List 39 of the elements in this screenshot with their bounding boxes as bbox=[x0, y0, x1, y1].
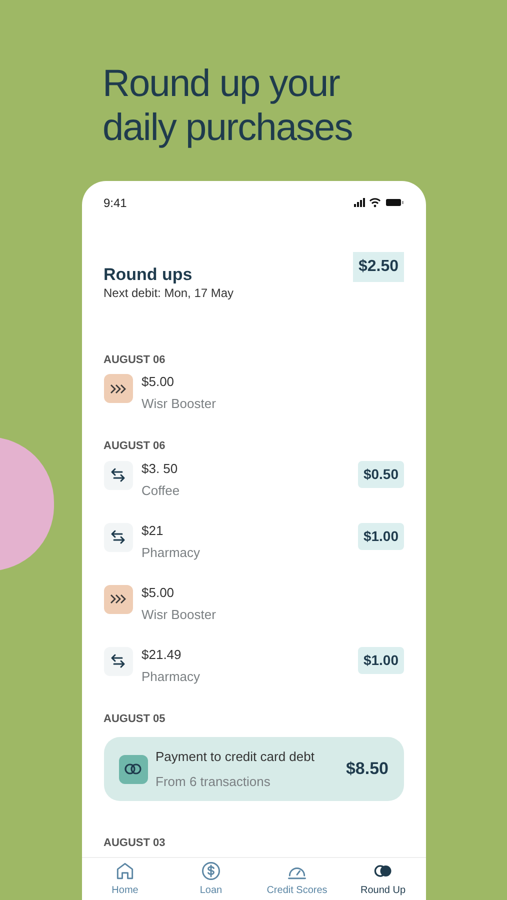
transaction-amount: $5.00 bbox=[142, 375, 176, 388]
transfer-icon bbox=[104, 460, 132, 490]
payment-card[interactable]: Payment to credit card debt From 6 transactions $8.50 bbox=[104, 737, 404, 801]
transaction-amount: $5.00 bbox=[142, 586, 176, 598]
coins-icon bbox=[118, 754, 148, 784]
payment-amount: $8.50 bbox=[346, 758, 388, 780]
roundup-amount: $1.00 bbox=[358, 522, 404, 550]
payment-subtitle: From 6 transactions bbox=[156, 772, 272, 790]
booster-icon bbox=[104, 374, 132, 403]
nav-tab[interactable]: Round Up bbox=[340, 858, 426, 900]
merchant-name: Coffee bbox=[142, 484, 181, 496]
date-heading: AUGUST 06 bbox=[104, 352, 166, 368]
home-icon bbox=[114, 860, 136, 882]
next-debit: Next debit: Mon, 17 May bbox=[102, 284, 235, 302]
merchant-name: Wisr Booster bbox=[142, 397, 217, 410]
total-amount: $2.50 bbox=[353, 252, 404, 282]
headline: Round up your daily purchases bbox=[102, 62, 354, 150]
roundup-amount: $0.50 bbox=[358, 460, 404, 488]
transfer-icon bbox=[104, 646, 132, 676]
screen-title: Round ups bbox=[104, 264, 192, 286]
merchant-name: Pharmacy bbox=[142, 670, 202, 682]
transaction-amount: $21.49 bbox=[142, 648, 182, 660]
nav-tab[interactable]: Loan bbox=[168, 858, 254, 900]
merchant-name: Pharmacy bbox=[142, 546, 202, 558]
status-icons bbox=[354, 198, 404, 208]
merchant-name: Wisr Booster bbox=[142, 608, 217, 620]
nav-tab[interactable]: Home bbox=[82, 858, 168, 900]
booster-icon bbox=[104, 584, 132, 614]
payment-title: Payment to credit card debt bbox=[156, 748, 316, 766]
status-time: 9:41 bbox=[104, 195, 127, 212]
date-heading: AUGUST 05 bbox=[104, 712, 166, 726]
date-heading: AUGUST 06 bbox=[104, 439, 166, 454]
date-heading: AUGUST 03 bbox=[104, 836, 166, 851]
transfer-icon bbox=[104, 522, 132, 552]
transaction-amount: $3. 50 bbox=[142, 462, 179, 474]
roundup-amount: $1.00 bbox=[358, 646, 404, 674]
transaction-amount: $21 bbox=[142, 524, 164, 536]
dollar-icon bbox=[200, 860, 222, 882]
nav-tab[interactable]: Credit Scores bbox=[254, 858, 340, 900]
